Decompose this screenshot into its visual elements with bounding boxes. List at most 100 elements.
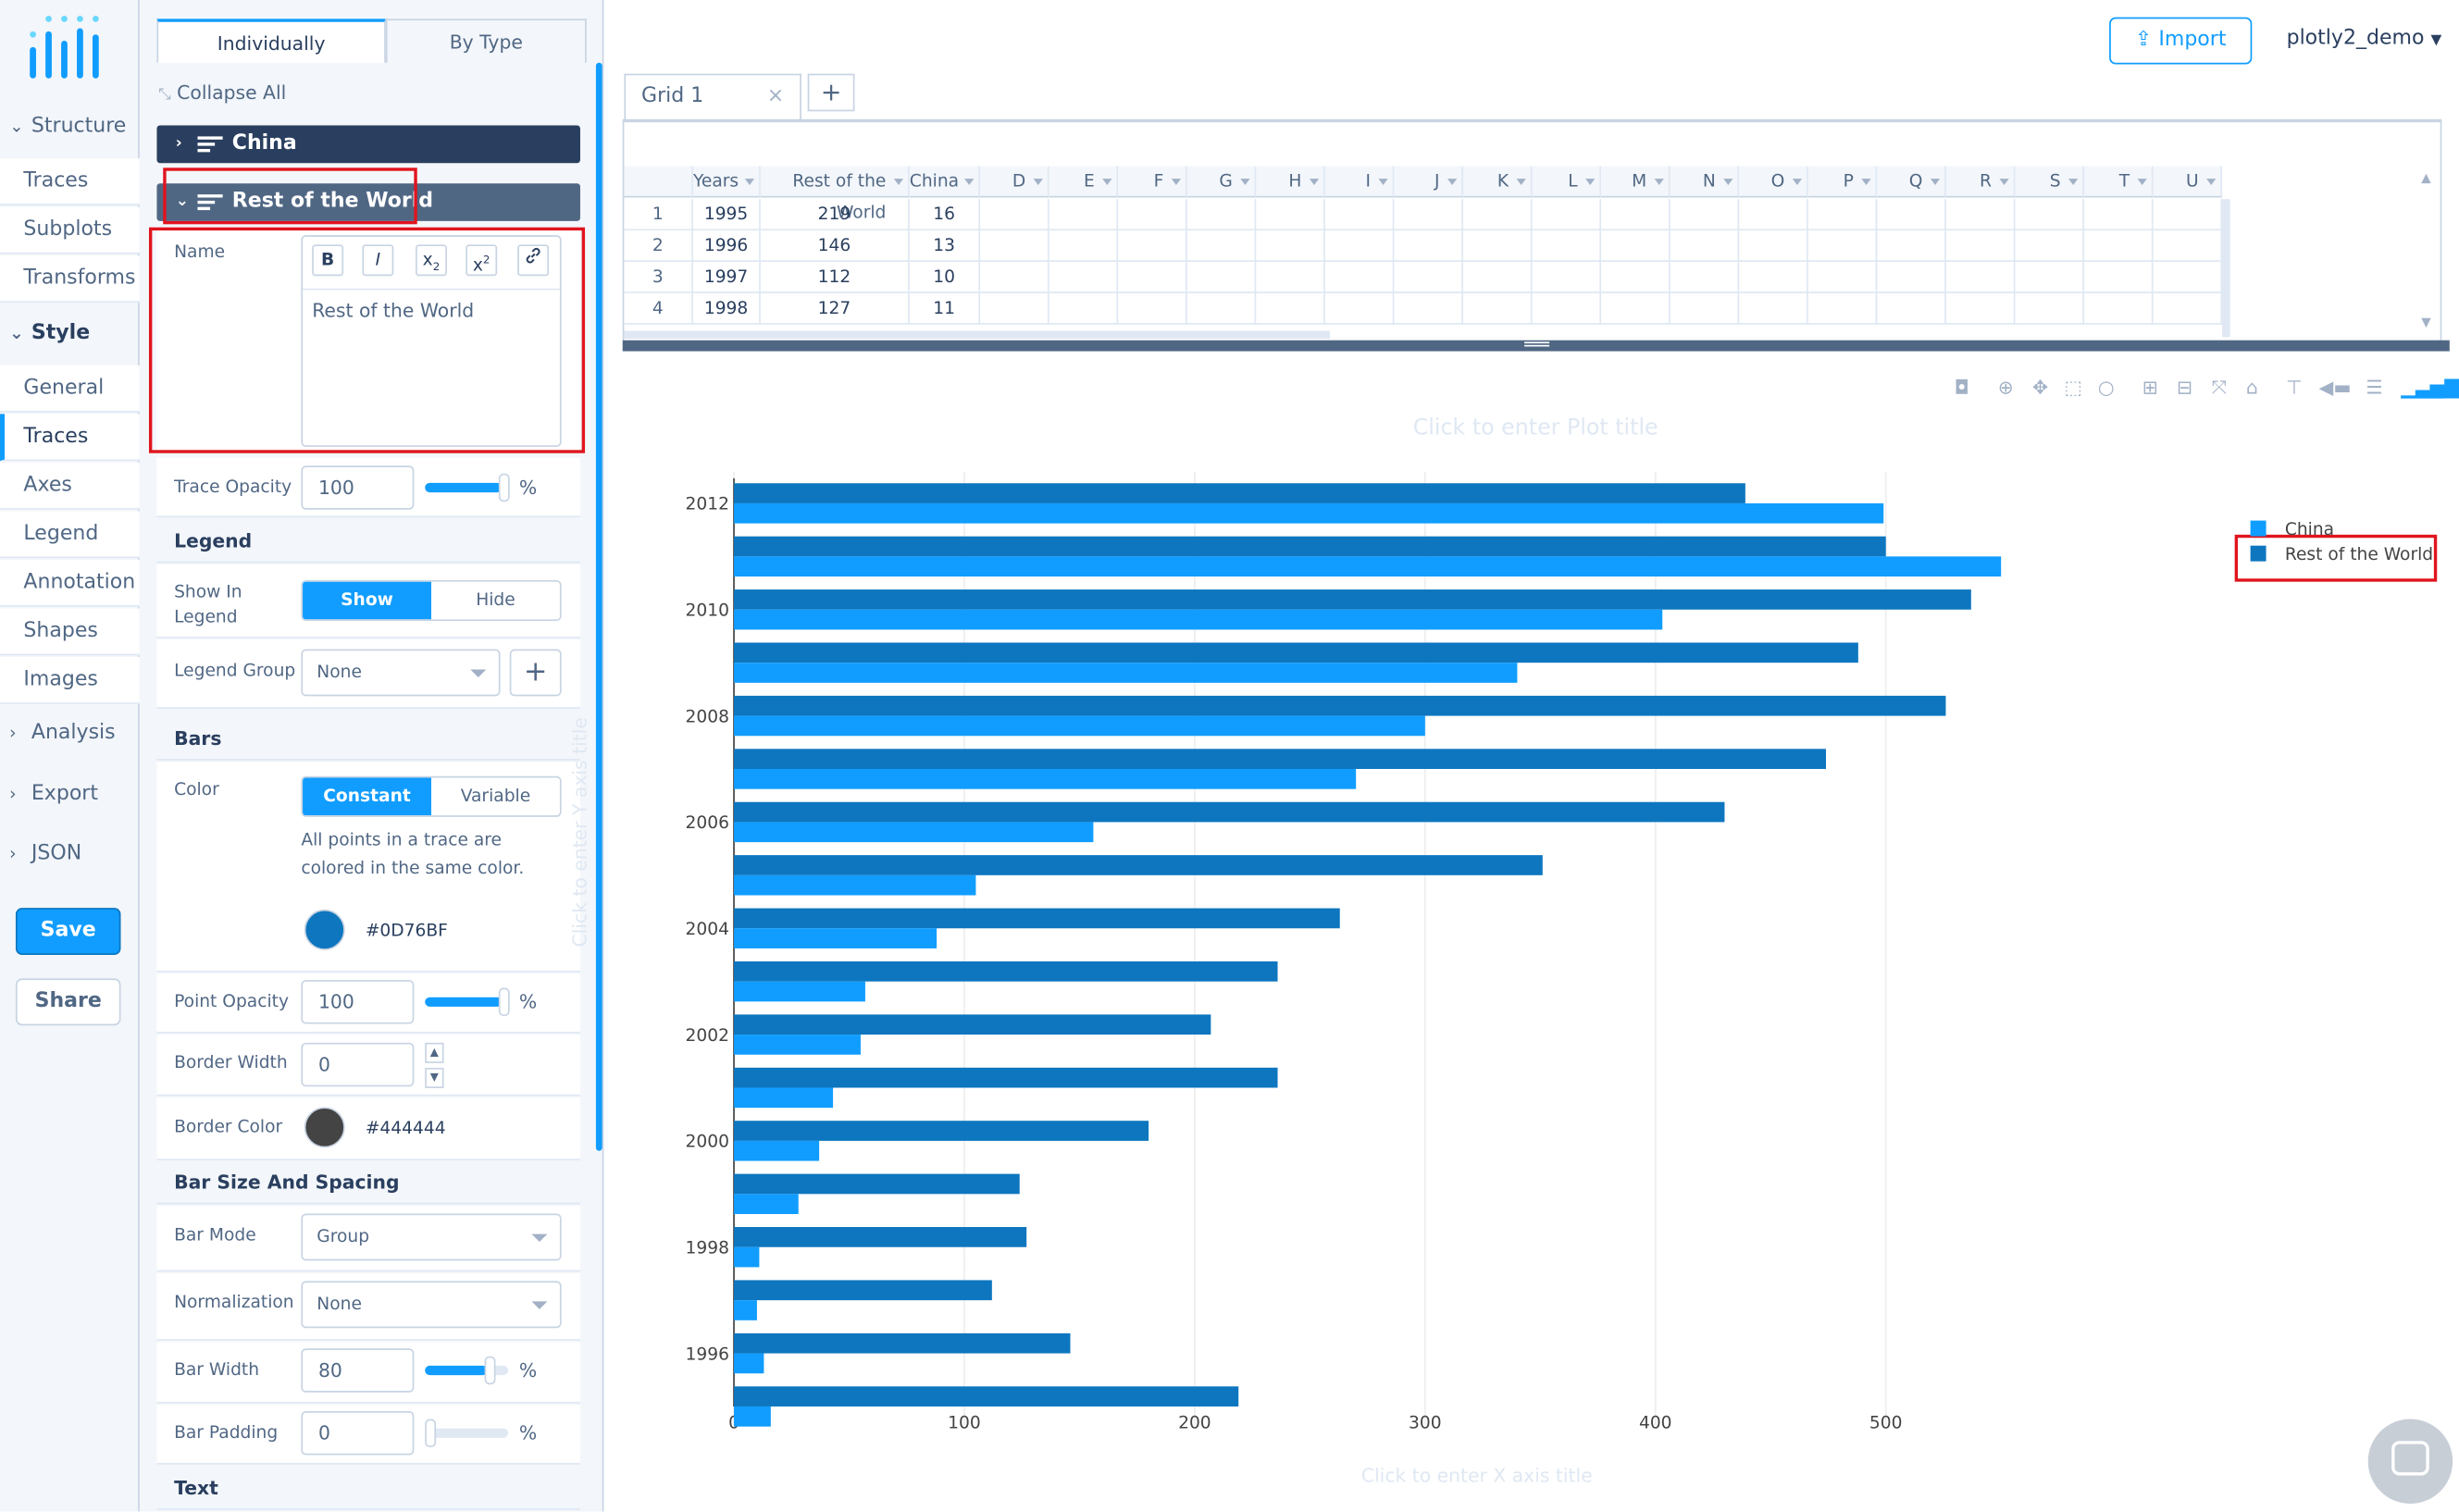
bar-rest-of-the-world[interactable] [734,1280,992,1301]
close-icon[interactable]: × [767,75,784,118]
constant-option[interactable]: Constant [303,777,431,816]
chat-launcher-icon[interactable] [2367,1419,2453,1505]
column-header[interactable]: U [2153,166,2223,198]
bar-china[interactable] [734,502,1884,524]
legend-swatch[interactable] [2250,520,2267,537]
bar-china[interactable] [734,928,938,948]
nav-item-legend[interactable]: Legend [0,511,140,559]
plot-title-placeholder[interactable]: Click to enter Plot title [1413,415,1658,440]
column-menu-icon[interactable] [1447,179,1458,185]
grid-cell[interactable] [1118,261,1187,293]
import-button[interactable]: ⇪ Import [2109,17,2253,65]
grid-cell[interactable] [1118,292,1187,325]
grid-cell[interactable] [1118,230,1187,262]
grid-cell[interactable]: 146 [760,230,910,262]
slider-handle[interactable] [498,987,510,1017]
column-header[interactable]: T [2083,166,2154,198]
column-menu-icon[interactable] [1516,179,1526,185]
nav-item-shapes[interactable]: Shapes [0,608,140,656]
nav-item-axes[interactable]: Axes [0,462,140,510]
user-menu[interactable]: plotly2_demo ▼ [2287,27,2442,50]
bar-china[interactable] [734,822,1094,843]
bar-china[interactable] [734,1300,757,1320]
bar-rest-of-the-world[interactable] [734,589,1971,610]
nav-item-annotation[interactable]: Annotation [0,559,140,607]
bar-rest-of-the-world[interactable] [734,642,1858,663]
column-menu-icon[interactable] [1378,179,1388,185]
grid-cell[interactable] [1186,230,1257,262]
column-menu-icon[interactable] [1033,179,1043,185]
normalization-select[interactable]: None [301,1281,562,1329]
border-width-input[interactable]: 0 [301,1042,415,1087]
add-grid-icon[interactable]: + [807,73,855,112]
legend-group-select[interactable]: None [301,649,501,697]
bar-rest-of-the-world[interactable] [734,536,1886,557]
column-menu-icon[interactable] [964,179,975,185]
column-header[interactable]: D [980,166,1049,198]
trace-opacity-input[interactable]: 100 [301,465,415,510]
column-menu-icon[interactable] [1930,179,1941,185]
grid-cell[interactable]: 11 [909,292,981,325]
tab-individually[interactable]: Individually [156,19,386,63]
grid-cell[interactable] [1256,261,1325,293]
grid-cell[interactable] [1186,261,1257,293]
column-header[interactable]: E [1049,166,1119,198]
column-header[interactable]: M [1601,166,1670,198]
column-header[interactable]: N [1670,166,1740,198]
nav-structure-header[interactable]: ⌄ Structure [0,105,140,149]
legend-entry[interactable]: China [2285,520,2334,539]
bar-china[interactable] [734,1353,764,1374]
grid-cell[interactable] [1670,261,1740,293]
decrement-icon[interactable]: ▼ [425,1067,444,1088]
grid-cell[interactable] [1945,292,2016,325]
grid-cell[interactable] [1670,230,1740,262]
grid-cell[interactable] [1118,199,1187,231]
grid-cell[interactable] [1532,199,1602,231]
bar-china[interactable] [734,556,2002,577]
grid-cell[interactable]: 16 [909,199,981,231]
grid-cell[interactable] [2083,292,2154,325]
column-header[interactable]: R [1945,166,2016,198]
grid-cell[interactable] [1807,292,1878,325]
grid-cell[interactable] [1324,261,1395,293]
grid-cell[interactable] [1945,230,2016,262]
show-in-legend-toggle[interactable]: Show Hide [301,579,562,622]
grid-cell[interactable] [1739,199,1808,231]
column-header[interactable]: G [1186,166,1257,198]
grid-cell[interactable] [1186,199,1257,231]
column-menu-icon[interactable] [1792,179,1802,185]
grid-cell[interactable]: 1997 [692,261,761,293]
row-number[interactable]: 3 [624,261,693,293]
grid-cell[interactable] [1462,199,1533,231]
grid-cell[interactable] [1256,199,1325,231]
bar-rest-of-the-world[interactable] [734,801,1725,823]
bar-china[interactable] [734,1194,799,1215]
point-opacity-input[interactable]: 100 [301,980,415,1024]
bar-mode-select[interactable]: Group [301,1213,562,1261]
variable-option[interactable]: Variable [431,777,560,815]
grid-cell[interactable] [2153,261,2223,293]
grid-cell[interactable] [1324,230,1395,262]
grid-cell[interactable] [1394,199,1463,231]
add-legend-group-icon[interactable]: + [509,649,562,697]
grid-cell[interactable] [1394,261,1463,293]
grid-cell[interactable] [1532,292,1602,325]
resize-handle[interactable] [622,340,2450,352]
bar-china[interactable] [734,981,865,1002]
column-header[interactable]: S [2015,166,2084,198]
column-header[interactable]: H [1256,166,1325,198]
legend-swatch[interactable] [2250,545,2267,562]
grid-cell[interactable]: 1995 [692,199,761,231]
scroll-down-icon[interactable]: ▼ [2421,316,2430,329]
grid-cell[interactable]: 112 [760,261,910,293]
panel-scrollbar[interactable] [595,62,602,1151]
column-menu-icon[interactable] [1861,179,1871,185]
grid-cell[interactable] [1049,292,1119,325]
grid-cell[interactable] [1394,292,1463,325]
grid-cell[interactable] [1807,199,1878,231]
nav-json-header[interactable]: › JSON [0,833,140,876]
bar-rest-of-the-world[interactable] [734,749,1826,770]
column-header[interactable]: China [909,166,981,198]
grid-cell[interactable] [2015,230,2084,262]
scroll-up-icon[interactable]: ▲ [2421,171,2430,185]
